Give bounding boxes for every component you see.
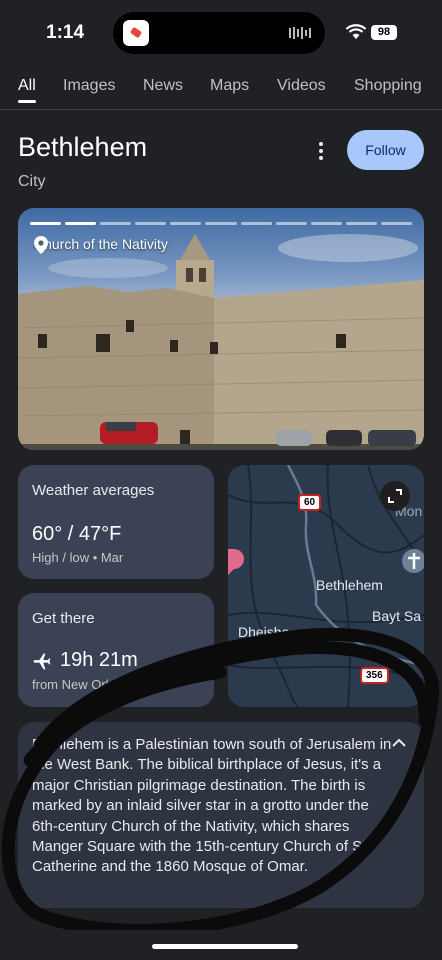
tab-all[interactable]: All xyxy=(18,77,36,103)
entity-title: Bethlehem xyxy=(18,132,148,162)
weather-detail: High / low • Mar xyxy=(32,550,124,565)
wifi-icon xyxy=(345,24,367,39)
description-card: Bethlehem is a Palestinian town south of… xyxy=(18,722,424,908)
weather-heading: Weather averages xyxy=(32,482,155,499)
route-356-badge: 356 xyxy=(360,667,389,684)
weather-card[interactable]: Weather averages 60° / 47°F High / low •… xyxy=(18,465,214,579)
battery-icon: 98 xyxy=(371,25,397,40)
dynamic-island xyxy=(113,12,325,54)
carousel-progress xyxy=(30,222,413,225)
audio-wave-icon xyxy=(289,26,315,40)
map-card[interactable]: 60 356 Bethlehem Bayt Sa Dheisha Mon xyxy=(228,465,424,707)
airplane-icon xyxy=(33,653,51,669)
photo-location[interactable]: Church of the Nativity xyxy=(34,236,168,254)
location-pin-icon xyxy=(34,236,48,254)
map-label-bayt-sahour: Bayt Sa xyxy=(372,608,422,624)
tab-shopping[interactable]: Shopping xyxy=(354,77,422,95)
map-label-bethlehem: Bethlehem xyxy=(316,577,383,593)
weather-value: 60° / 47°F xyxy=(32,523,122,545)
tab-videos[interactable]: Videos xyxy=(277,77,326,95)
route-60-badge: 60 xyxy=(298,494,322,511)
app-activity-icon xyxy=(123,20,149,46)
status-time: 1:14 xyxy=(46,22,85,43)
follow-button[interactable]: Follow xyxy=(347,130,424,170)
tab-maps[interactable]: Maps xyxy=(210,77,249,95)
entity-subtitle: City xyxy=(18,173,46,190)
search-tabs: All Images News Maps Videos Shopping xyxy=(0,62,442,110)
expand-map-icon[interactable] xyxy=(380,481,410,511)
photo-carousel[interactable]: Church of the Nativity xyxy=(18,208,424,450)
home-indicator[interactable] xyxy=(152,944,298,949)
get-there-card[interactable]: Get there 19h 21m from New Orleans xyxy=(18,593,214,707)
get-there-heading: Get there xyxy=(32,610,95,627)
more-options-icon[interactable] xyxy=(312,140,330,162)
map-label-dheisha: Dheisha xyxy=(238,624,290,640)
photo-location-label: Church of the Nativity xyxy=(34,236,168,252)
tab-images[interactable]: Images xyxy=(63,77,115,95)
travel-origin: from New Orleans xyxy=(32,677,137,692)
tab-news[interactable]: News xyxy=(143,77,183,95)
chevron-up-icon[interactable] xyxy=(392,738,406,748)
description-text: Bethlehem is a Palestinian town south of… xyxy=(32,736,392,876)
travel-time: 19h 21m xyxy=(60,649,138,671)
status-bar: 1:14 98 xyxy=(0,0,442,62)
